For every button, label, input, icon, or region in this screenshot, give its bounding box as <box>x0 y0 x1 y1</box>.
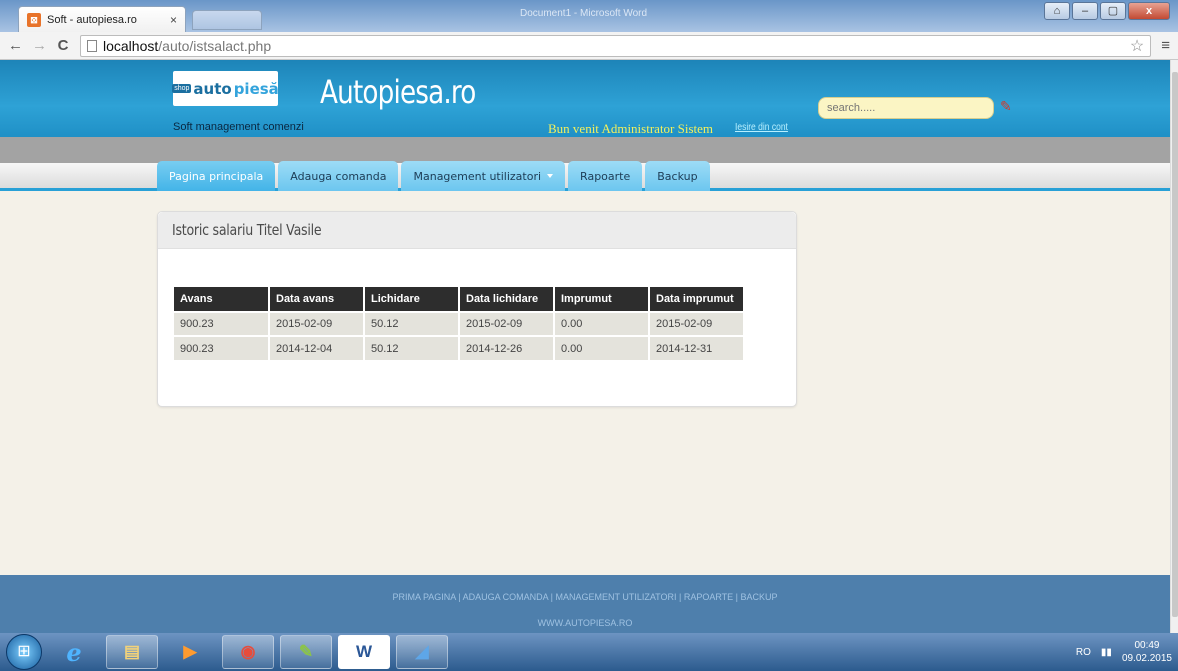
table-header-row: Avans Data avans Lichidare Data lichidar… <box>174 287 745 312</box>
editor-icon[interactable]: ✎ <box>280 635 332 669</box>
clock[interactable]: 00:49 09.02.2015 <box>1122 639 1172 665</box>
reload-icon[interactable]: C <box>56 37 70 54</box>
tab-title: Soft - autopiesa.ro <box>47 13 137 26</box>
media-player-icon[interactable]: ▶ <box>164 635 216 669</box>
salary-table: Avans Data avans Lichidare Data lichidar… <box>174 287 745 360</box>
chevron-down-icon <box>547 174 554 178</box>
nav-item-label: Management utilizatori <box>413 169 542 183</box>
internet-explorer-icon[interactable]: e <box>48 635 100 669</box>
salary-history-panel: Istoric salariu Titel Vasile Avans Data … <box>157 211 797 407</box>
site-logo[interactable]: shop auto piesă <box>172 71 279 106</box>
logo-text-piesa: piesă <box>233 79 279 98</box>
search-icon[interactable]: ✎ <box>1000 98 1018 116</box>
table-cell: 900.23 <box>174 311 270 336</box>
site-header: shop auto piesă Soft management comenzi A… <box>0 60 1170 137</box>
nav-item-label: Adauga comanda <box>290 169 387 183</box>
table-cell: 0.00 <box>554 335 650 360</box>
table-cell: 2015-02-09 <box>649 311 745 336</box>
search-input[interactable] <box>818 97 994 119</box>
background-window-title: Document1 - Microsoft Word <box>520 8 648 19</box>
main-nav: Pagina principala Adauga comanda Managem… <box>157 161 710 191</box>
panel-header: Istoric salariu Titel Vasile <box>158 212 796 249</box>
clock-time: 00:49 <box>1134 640 1160 651</box>
table-cell: 50.12 <box>364 335 460 360</box>
table-cell: 0.00 <box>554 311 650 336</box>
browser-toolbar: ← → C localhost/auto/istsalact.php ☆ ≡ <box>0 32 1178 60</box>
site-footer: PRIMA PAGINA | ADAUGA COMANDA | MANAGEME… <box>0 575 1170 633</box>
nav-item-label: Pagina principala <box>169 169 264 183</box>
logo-text-auto: auto <box>193 79 232 98</box>
tagline: Soft management comenzi <box>173 121 304 133</box>
nav-item-label: Backup <box>657 169 698 183</box>
windows-taskbar: ⊞ e ▤ ▶ ◉ ✎ W ◢ RO ▮▮ 00:49 09.02.2015 <box>0 633 1178 671</box>
table-cell: 2014-12-31 <box>649 335 745 360</box>
new-tab-button[interactable] <box>192 10 262 30</box>
back-icon[interactable]: ← <box>8 37 23 54</box>
nav-item-management-utilizatori[interactable]: Management utilizatori <box>401 161 566 191</box>
panel-title: Istoric salariu Titel Vasile <box>172 221 322 239</box>
system-tray: RO ▮▮ 00:49 09.02.2015 <box>1076 633 1172 671</box>
page-icon <box>87 39 97 52</box>
header-band <box>0 137 1170 163</box>
column-header-lichidare: Lichidare <box>364 287 460 312</box>
column-header-imprumut: Imprumut <box>554 287 650 312</box>
chrome-icon[interactable]: ◉ <box>222 635 274 669</box>
nav-item-label: Rapoarte <box>580 169 631 183</box>
logo-badge: shop <box>172 84 192 93</box>
browser-titlebar: ⊠ Soft - autopiesa.ro × Document1 - Micr… <box>0 0 1178 32</box>
file-explorer-icon[interactable]: ▤ <box>106 635 158 669</box>
profile-icon[interactable]: ⌂ <box>1044 2 1070 20</box>
url-path: /auto/istsalact.php <box>158 37 272 54</box>
language-indicator[interactable]: RO <box>1076 647 1091 658</box>
table-row: 900.23 2014-12-04 50.12 2014-12-26 0.00 … <box>174 335 745 360</box>
favicon-icon: ⊠ <box>27 12 41 27</box>
table-row: 900.23 2015-02-09 50.12 2015-02-09 0.00 … <box>174 311 745 336</box>
table-cell: 900.23 <box>174 335 270 360</box>
app-icon[interactable]: ◢ <box>396 635 448 669</box>
nav-item-backup[interactable]: Backup <box>645 161 710 191</box>
start-button[interactable]: ⊞ <box>6 634 42 670</box>
browser-tab[interactable]: ⊠ Soft - autopiesa.ro × <box>18 6 186 32</box>
word-icon[interactable]: W <box>338 635 390 669</box>
scrollbar-thumb[interactable] <box>1172 72 1178 617</box>
window-controls: ⌂ – ▢ x <box>1044 2 1170 20</box>
bookmark-star-icon[interactable]: ☆ <box>1130 36 1144 56</box>
nav-item-adauga-comanda[interactable]: Adauga comanda <box>278 161 399 191</box>
address-bar[interactable]: localhost/auto/istsalact.php ☆ <box>80 34 1152 57</box>
nav-item-pagina-principala[interactable]: Pagina principala <box>157 161 276 191</box>
logout-link[interactable]: Iesire din cont <box>735 122 788 133</box>
table-cell: 50.12 <box>364 311 460 336</box>
tab-close-icon[interactable]: × <box>170 13 177 27</box>
clock-date: 09.02.2015 <box>1121 653 1172 664</box>
maximize-button[interactable]: ▢ <box>1100 2 1126 20</box>
table-cell: 2015-02-09 <box>269 311 365 336</box>
column-header-avans: Avans <box>174 287 270 312</box>
footer-site-url[interactable]: WWW.AUTOPIESA.RO <box>0 618 1170 628</box>
network-icon[interactable]: ▮▮ <box>1101 647 1112 658</box>
minimize-button[interactable]: – <box>1072 2 1098 20</box>
welcome-message: Bun venit Administrator Sistem <box>548 121 714 136</box>
table-cell: 2015-02-09 <box>459 311 555 336</box>
column-header-data-imprumut: Data imprumut <box>649 287 745 312</box>
table-cell: 2014-12-04 <box>269 335 365 360</box>
close-window-button[interactable]: x <box>1128 2 1170 20</box>
page-scrollbar[interactable] <box>1170 60 1178 633</box>
footer-links[interactable]: PRIMA PAGINA | ADAUGA COMANDA | MANAGEME… <box>0 592 1170 602</box>
site-title: Autopiesa.ro <box>320 73 476 111</box>
table-cell: 2014-12-26 <box>459 335 555 360</box>
page-viewport: shop auto piesă Soft management comenzi A… <box>0 60 1170 633</box>
forward-icon[interactable]: → <box>32 37 47 54</box>
browser-menu-icon[interactable]: ≡ <box>1161 37 1170 54</box>
nav-item-rapoarte[interactable]: Rapoarte <box>568 161 643 191</box>
column-header-data-avans: Data avans <box>269 287 365 312</box>
url-host: localhost <box>103 37 159 54</box>
column-header-data-lichidare: Data lichidare <box>459 287 555 312</box>
